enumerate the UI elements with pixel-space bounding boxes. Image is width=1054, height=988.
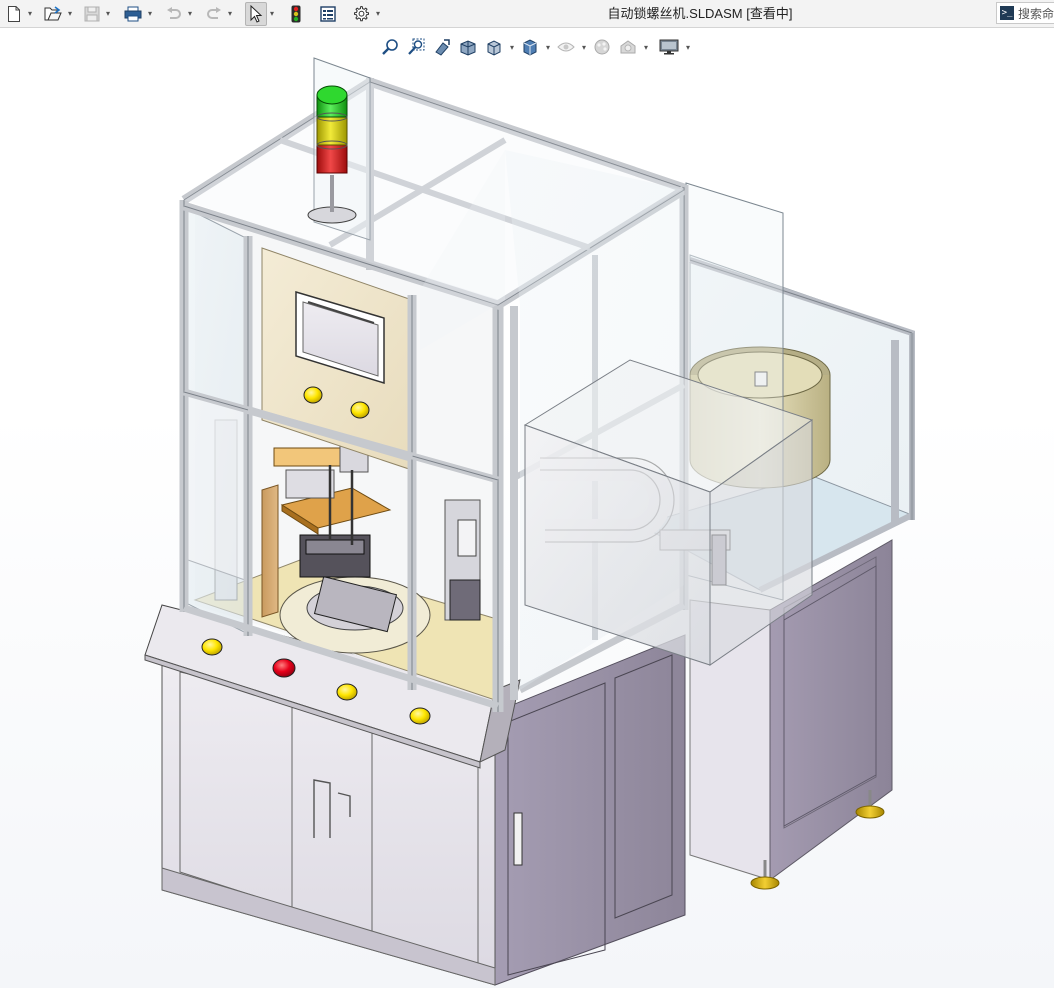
previous-view-icon <box>433 38 451 56</box>
undo-icon <box>166 6 182 21</box>
search-placeholder: 搜索命 <box>1018 6 1054 21</box>
panel-button-left[interactable] <box>303 386 323 404</box>
apply-scene-dropdown[interactable]: ▾ <box>642 35 650 59</box>
gear-icon <box>352 5 370 23</box>
select-button[interactable] <box>245 1 267 26</box>
open-button[interactable] <box>41 2 65 26</box>
display-style-button[interactable] <box>518 35 542 59</box>
view-settings-dropdown[interactable]: ▾ <box>684 35 692 59</box>
new-document-dropdown[interactable]: ▾ <box>25 2 35 26</box>
zoom-fit-icon <box>381 38 399 56</box>
apply-scene-button[interactable] <box>616 35 640 59</box>
heads-up-view-toolbar: ▾ ▾ ▾ ▾ ▾ <box>378 34 692 60</box>
new-document-icon <box>7 5 21 22</box>
save-dropdown[interactable]: ▾ <box>103 2 113 26</box>
emergency-stop-button[interactable] <box>272 658 296 678</box>
view-orientation-icon <box>485 38 503 56</box>
appearance-icon <box>593 38 611 56</box>
title-bar: ▾ ▾ ▾ ▾ ▾ ▾ ▾ ▾ 自动锁螺丝机.SLDASM [查看中] >_ 搜… <box>0 0 1054 28</box>
zoom-to-area-button[interactable] <box>404 35 428 59</box>
section-view-button[interactable] <box>456 35 480 59</box>
display-style-dropdown[interactable]: ▾ <box>544 35 552 59</box>
assembly-model[interactable] <box>0 29 1054 988</box>
search-commands-input[interactable]: >_ 搜索命 <box>996 2 1054 24</box>
previous-view-button[interactable] <box>430 35 454 59</box>
edit-appearance-button[interactable] <box>590 35 614 59</box>
standard-toolbar: ▾ ▾ ▾ ▾ ▾ ▾ ▾ ▾ <box>0 0 383 28</box>
hide-show-dropdown[interactable]: ▾ <box>580 35 588 59</box>
undo-dropdown[interactable]: ▾ <box>185 2 195 26</box>
traffic-light-icon <box>291 5 301 23</box>
start-button-left[interactable] <box>201 638 223 656</box>
display-style-icon <box>521 38 539 56</box>
redo-dropdown[interactable]: ▾ <box>225 2 235 26</box>
rebuild-button[interactable] <box>285 2 307 26</box>
options-dropdown[interactable]: ▾ <box>373 2 383 26</box>
start-button-right[interactable] <box>409 707 431 725</box>
print-button[interactable] <box>121 2 145 26</box>
eye-icon <box>557 40 575 54</box>
save-icon <box>84 6 100 22</box>
section-view-icon <box>459 38 477 56</box>
redo-icon <box>206 6 222 21</box>
open-dropdown[interactable]: ▾ <box>65 2 75 26</box>
start-button-middle[interactable] <box>336 683 358 701</box>
properties-icon <box>320 5 336 22</box>
zoom-to-fit-button[interactable] <box>378 35 402 59</box>
options-button[interactable] <box>349 2 373 26</box>
view-settings-button[interactable] <box>656 35 682 59</box>
redo-button[interactable] <box>203 2 225 26</box>
document-title: 自动锁螺丝机.SLDASM [查看中] <box>607 6 793 21</box>
save-button[interactable] <box>81 2 103 26</box>
printer-icon <box>124 6 142 22</box>
print-dropdown[interactable]: ▾ <box>145 2 155 26</box>
open-folder-icon <box>44 5 62 22</box>
zoom-area-icon <box>407 38 425 56</box>
file-properties-button[interactable] <box>317 2 339 26</box>
scene-icon <box>619 38 637 56</box>
graphics-area[interactable]: ▾ ▾ ▾ ▾ ▾ <box>0 29 1054 988</box>
cursor-icon <box>249 4 263 23</box>
hide-show-items-button[interactable] <box>554 35 578 59</box>
select-dropdown[interactable]: ▾ <box>267 2 277 26</box>
panel-button-right[interactable] <box>350 401 370 419</box>
cabinet-handle <box>513 812 523 866</box>
transparent-guard-box[interactable] <box>523 359 814 666</box>
command-prompt-icon: >_ <box>1000 6 1014 20</box>
view-orientation-dropdown[interactable]: ▾ <box>508 35 516 59</box>
monitor-icon <box>659 39 679 55</box>
view-orientation-button[interactable] <box>482 35 506 59</box>
new-document-button[interactable] <box>3 2 25 26</box>
undo-button[interactable] <box>163 2 185 26</box>
